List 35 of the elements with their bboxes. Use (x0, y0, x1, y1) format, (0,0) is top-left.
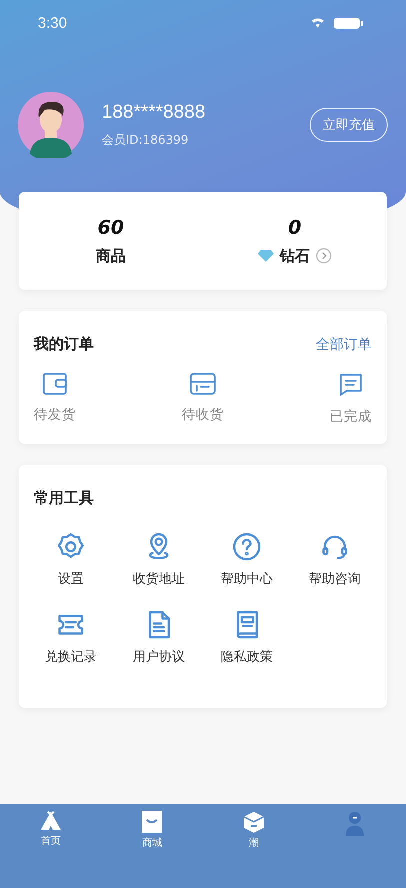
tab-item[interactable]: 商城 (102, 806, 203, 888)
person-icon (344, 810, 366, 836)
tool-label[interactable]: 帮助中心 (221, 570, 273, 588)
all-orders-link[interactable]: 全部订单 (316, 336, 372, 354)
diamond-icon (258, 250, 274, 262)
section-title: 我的订单 (34, 335, 94, 354)
shopping-bag-icon (141, 810, 164, 834)
phone-number: 188****8888 (102, 102, 207, 124)
wallet-icon (42, 372, 68, 396)
recharge-button[interactable]: 立即充值 (310, 108, 388, 142)
box-icon (189, 372, 217, 396)
avatar (18, 92, 84, 158)
help-icon (232, 532, 262, 562)
tool-label[interactable]: 帮助咨询 (309, 570, 361, 588)
tool-label[interactable]: 收货地址 (133, 570, 185, 588)
box-icon (242, 810, 266, 834)
chevron-right-icon[interactable] (316, 248, 332, 264)
tool-label[interactable]: 隐私政策 (221, 648, 273, 666)
tab-item[interactable]: 潮 (203, 806, 304, 888)
order-status-label[interactable]: 待收货 (182, 406, 224, 424)
tool-label[interactable]: 设置 (58, 570, 84, 588)
stat-value: 0 (288, 216, 302, 238)
status-time: 3:30 (38, 14, 68, 32)
stat-label: 商品 (96, 246, 126, 266)
message-icon (338, 372, 364, 398)
stat-value: 60 (98, 216, 124, 238)
tool-label[interactable]: 兑换记录 (45, 648, 97, 666)
order-status-label[interactable]: 已完成 (330, 408, 372, 426)
tab-item[interactable]: 首页 (0, 806, 102, 888)
stat-label: 钻石 (280, 246, 310, 266)
tool-label[interactable]: 用户协议 (133, 648, 185, 666)
home-icon (38, 810, 63, 832)
section-title: 常用工具 (34, 489, 94, 508)
member-id: 会员ID:186399 (102, 132, 190, 148)
order-status-label[interactable]: 待发货 (34, 406, 76, 424)
